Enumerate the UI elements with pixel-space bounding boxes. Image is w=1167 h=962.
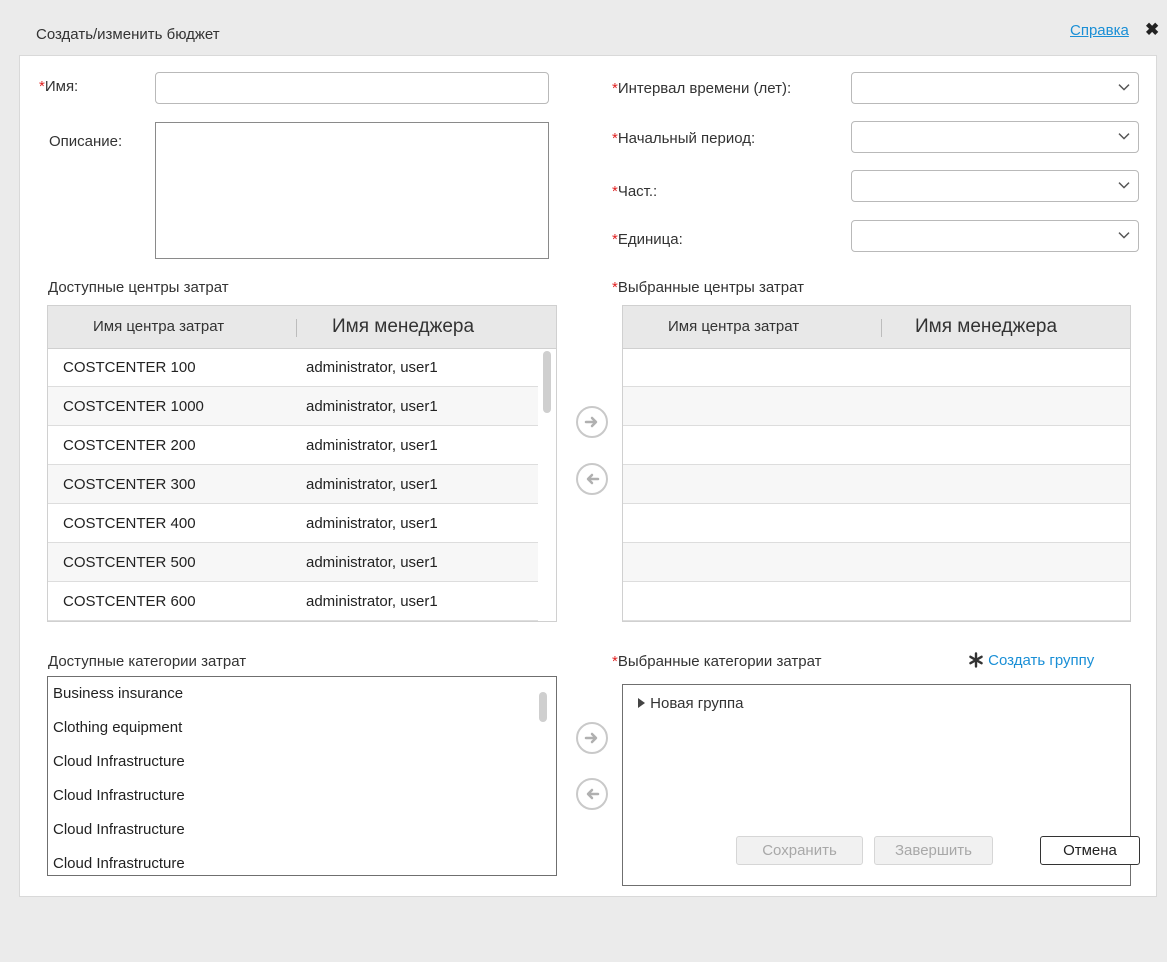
frequency-label: *Част.: [612, 183, 657, 200]
empty-row [623, 582, 1130, 621]
start-period-label: *Начальный период: [612, 130, 755, 147]
arrow-right-icon [584, 416, 598, 428]
tree-node-label: Новая группа [650, 695, 744, 712]
cancel-button[interactable]: Отмена [1040, 836, 1140, 865]
table-row[interactable]: COSTCENTER 500 administrator, user1 [48, 543, 538, 582]
frequency-label-text: Част.: [617, 183, 658, 200]
dialog-titlebar: Создать/изменить бюджет Справка ✖ [0, 10, 1167, 56]
move-left-button[interactable] [576, 463, 608, 495]
manager-name: administrator, user1 [306, 593, 438, 610]
manager-name: administrator, user1 [306, 359, 438, 376]
description-textarea[interactable] [155, 122, 549, 259]
time-interval-label: *Интервал времени (лет): [612, 80, 791, 97]
manager-name: administrator, user1 [306, 554, 438, 571]
chevron-down-icon [1118, 133, 1130, 140]
list-item[interactable]: Cloud Infrastructure [53, 847, 185, 875]
list-item[interactable]: Business insurance [53, 677, 183, 711]
unit-label: *Единица: [612, 231, 683, 248]
empty-row [623, 504, 1130, 543]
list-item[interactable]: Clothing equipment [53, 711, 182, 745]
tree-node[interactable]: Новая группа [637, 691, 744, 717]
chevron-down-icon [1118, 84, 1130, 91]
column-separator [296, 319, 297, 337]
available-cost-centers-title: Доступные центры затрат [48, 279, 229, 296]
available-categories-title: Доступные категории затрат [48, 653, 247, 670]
create-group-link[interactable]: Создать группу [968, 652, 1094, 669]
arrow-right-icon [584, 732, 598, 744]
column-header-cost-center[interactable]: Имя центра затрат [93, 306, 224, 348]
available-cost-centers-grid: Имя центра затрат Имя менеджера COSTCENT… [47, 305, 557, 622]
available-categories-list: Business insurance Clothing equipment Cl… [47, 676, 557, 876]
cost-center-name: COSTCENTER 1000 [63, 398, 204, 415]
triangle-right-icon[interactable] [637, 698, 646, 708]
time-interval-label-text: Интервал времени (лет): [617, 80, 792, 97]
table-row[interactable]: COSTCENTER 200 administrator, user1 [48, 426, 538, 465]
table-row[interactable]: COSTCENTER 600 administrator, user1 [48, 582, 538, 621]
manager-name: administrator, user1 [306, 398, 438, 415]
name-input[interactable] [155, 72, 549, 104]
time-interval-select[interactable] [851, 72, 1139, 104]
empty-row [623, 348, 1130, 387]
asterisk-icon [969, 652, 983, 668]
move-left-button[interactable] [576, 778, 608, 810]
arrow-left-icon [586, 788, 600, 800]
empty-row [623, 465, 1130, 504]
start-period-label-text: Начальный период: [617, 130, 756, 147]
empty-row [623, 426, 1130, 465]
unit-label-text: Единица: [617, 231, 683, 248]
grid-header: Имя центра затрат Имя менеджера [623, 306, 1130, 349]
table-row[interactable]: COSTCENTER 100 administrator, user1 [48, 348, 538, 387]
scrollbar-thumb[interactable] [539, 692, 547, 722]
empty-row [623, 543, 1130, 582]
help-link[interactable]: Справка [1070, 22, 1129, 39]
chevron-down-icon [1118, 182, 1130, 189]
selected-cost-centers-grid: Имя центра затрат Имя менеджера [622, 305, 1131, 622]
cost-center-name: COSTCENTER 600 [63, 593, 196, 610]
cost-center-name: COSTCENTER 400 [63, 515, 196, 532]
column-header-manager[interactable]: Имя менеджера [915, 306, 1057, 348]
list-item[interactable]: Cloud Infrastructure [53, 813, 185, 847]
move-right-button[interactable] [576, 406, 608, 438]
selected-categories-title-text: Выбранные категории затрат [617, 653, 822, 670]
frequency-select[interactable] [851, 170, 1139, 202]
manager-name: administrator, user1 [306, 437, 438, 454]
table-row[interactable]: COSTCENTER 1000 administrator, user1 [48, 387, 538, 426]
arrow-left-icon [586, 473, 600, 485]
cost-center-name: COSTCENTER 200 [63, 437, 196, 454]
name-label-text: Имя: [44, 78, 79, 95]
manager-name: administrator, user1 [306, 476, 438, 493]
empty-row [623, 387, 1130, 426]
chevron-down-icon [1118, 232, 1130, 239]
start-period-select[interactable] [851, 121, 1139, 153]
create-group-label: Создать группу [988, 652, 1095, 669]
list-item[interactable]: Cloud Infrastructure [53, 779, 185, 813]
selected-cost-centers-title-text: Выбранные центры затрат [617, 279, 804, 296]
grid-header: Имя центра затрат Имя менеджера [48, 306, 556, 349]
move-right-button[interactable] [576, 722, 608, 754]
cost-center-name: COSTCENTER 300 [63, 476, 196, 493]
table-row[interactable]: COSTCENTER 300 administrator, user1 [48, 465, 538, 504]
dialog-title: Создать/изменить бюджет [36, 26, 220, 43]
cost-center-name: COSTCENTER 100 [63, 359, 196, 376]
column-header-manager[interactable]: Имя менеджера [332, 306, 474, 348]
scrollbar-thumb[interactable] [543, 351, 551, 413]
column-header-cost-center[interactable]: Имя центра затрат [668, 306, 799, 348]
manager-name: administrator, user1 [306, 515, 438, 532]
table-row[interactable]: COSTCENTER 400 administrator, user1 [48, 504, 538, 543]
unit-select[interactable] [851, 220, 1139, 252]
cost-center-name: COSTCENTER 500 [63, 554, 196, 571]
save-button[interactable]: Сохранить [736, 836, 863, 865]
column-separator [881, 319, 882, 337]
description-label: Описание: [49, 133, 123, 150]
finish-button[interactable]: Завершить [874, 836, 993, 865]
selected-cost-centers-title: *Выбранные центры затрат [612, 279, 804, 296]
selected-categories-title: *Выбранные категории затрат [612, 653, 821, 670]
list-item[interactable]: Cloud Infrastructure [53, 745, 185, 779]
name-label: *Имя: [39, 78, 78, 95]
close-icon[interactable]: ✖ [1145, 20, 1159, 40]
